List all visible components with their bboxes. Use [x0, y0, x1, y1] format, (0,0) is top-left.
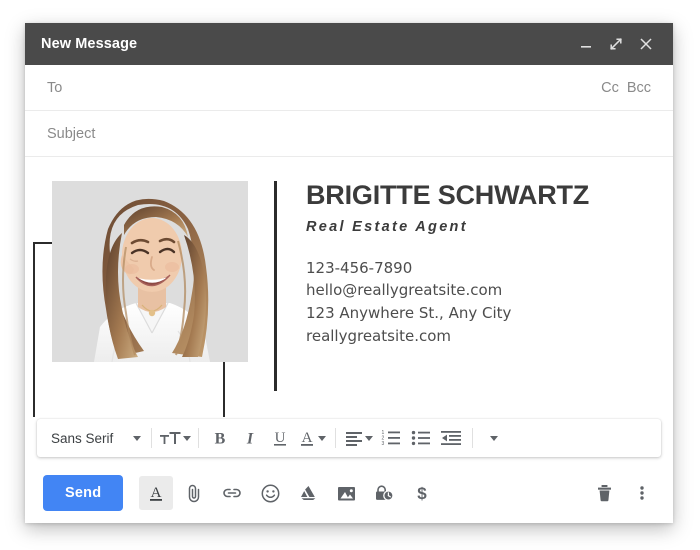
send-button[interactable]: Send	[43, 475, 124, 511]
chevron-down-icon	[183, 435, 192, 441]
discard-draft-icon[interactable]	[587, 476, 621, 510]
align-button[interactable]	[342, 424, 376, 452]
more-options-icon[interactable]	[625, 476, 659, 510]
italic-button[interactable]: I	[235, 424, 265, 452]
svg-text:3: 3	[382, 441, 385, 446]
bulleted-list-button[interactable]	[406, 424, 436, 452]
svg-text:B: B	[215, 431, 226, 448]
portrait-photo	[52, 181, 248, 362]
format-toolbar: Sans Serif B I U A 1 2 3	[37, 419, 661, 457]
cc-bcc-group: Cc Bcc	[601, 80, 651, 96]
minimize-button[interactable]	[573, 31, 599, 57]
signature-name: BRIGITTE SCHWARTZ	[306, 180, 590, 210]
confidential-mode-icon[interactable]	[367, 476, 401, 510]
compose-title: New Message	[41, 36, 138, 52]
bold-button[interactable]: B	[205, 424, 235, 452]
chevron-down-icon	[490, 435, 499, 441]
insert-link-icon[interactable]	[215, 476, 249, 510]
subject-field-row[interactable]: Subject	[25, 111, 673, 157]
email-signature: BRIGITTE SCHWARTZ Real Estate Agent 123-…	[25, 157, 673, 417]
chevron-down-icon	[365, 435, 374, 441]
chevron-down-icon	[133, 435, 142, 441]
chevron-down-icon	[318, 435, 327, 441]
message-body[interactable]: BRIGITTE SCHWARTZ Real Estate Agent 123-…	[25, 157, 673, 417]
insert-money-icon[interactable]: $	[405, 476, 439, 510]
svg-text:U: U	[275, 430, 286, 446]
attach-file-icon[interactable]	[177, 476, 211, 510]
more-format-options-button[interactable]	[479, 424, 509, 452]
expand-button[interactable]	[603, 31, 629, 57]
signature-phone: 123-456-7890	[306, 258, 413, 277]
text-color-button[interactable]: A	[295, 424, 329, 452]
toolbar-divider	[472, 428, 474, 448]
google-drive-icon[interactable]	[291, 476, 325, 510]
signature-contact-list: 123-456-7890 hello@reallygreatsite.com 1…	[306, 257, 663, 348]
cc-button[interactable]: Cc	[601, 80, 619, 96]
insert-emoji-icon[interactable]	[253, 476, 287, 510]
signature-email: hello@reallygreatsite.com	[306, 281, 503, 300]
font-family-select[interactable]: Sans Serif	[43, 424, 145, 452]
underline-button[interactable]: U	[265, 424, 295, 452]
toolbar-divider	[151, 428, 153, 448]
to-input[interactable]: To	[47, 80, 601, 96]
svg-text:A: A	[151, 485, 162, 501]
toolbar-divider	[335, 428, 337, 448]
format-toolbar-wrap: Sans Serif B I U A 1 2 3	[25, 417, 673, 463]
compose-window: New Message To Cc Bcc Subject BRIGITTE S…	[25, 23, 673, 523]
indent-less-button[interactable]	[436, 424, 466, 452]
svg-text:I: I	[246, 431, 254, 448]
close-button[interactable]	[633, 31, 659, 57]
bcc-button[interactable]: Bcc	[627, 80, 651, 96]
signature-text-block: BRIGITTE SCHWARTZ Real Estate Agent 123-…	[306, 180, 663, 348]
signature-address: 123 Anywhere St., Any City	[306, 304, 512, 323]
svg-text:A: A	[302, 430, 313, 446]
signature-role: Real Estate Agent	[306, 218, 468, 235]
font-family-label: Sans Serif	[51, 430, 114, 446]
subject-input[interactable]: Subject	[47, 126, 651, 142]
compose-title-bar: New Message	[25, 23, 673, 65]
font-size-button[interactable]	[158, 424, 192, 452]
numbered-list-button[interactable]: 1 2 3	[376, 424, 406, 452]
signature-divider	[274, 181, 277, 391]
format-options-icon[interactable]: A	[139, 476, 174, 510]
svg-text:$: $	[418, 484, 428, 503]
insert-photo-icon[interactable]	[329, 476, 363, 510]
action-bar: Send A $	[25, 463, 673, 523]
signature-website: reallygreatsite.com	[306, 327, 452, 346]
toolbar-divider	[198, 428, 200, 448]
to-field-row[interactable]: To Cc Bcc	[25, 65, 673, 111]
